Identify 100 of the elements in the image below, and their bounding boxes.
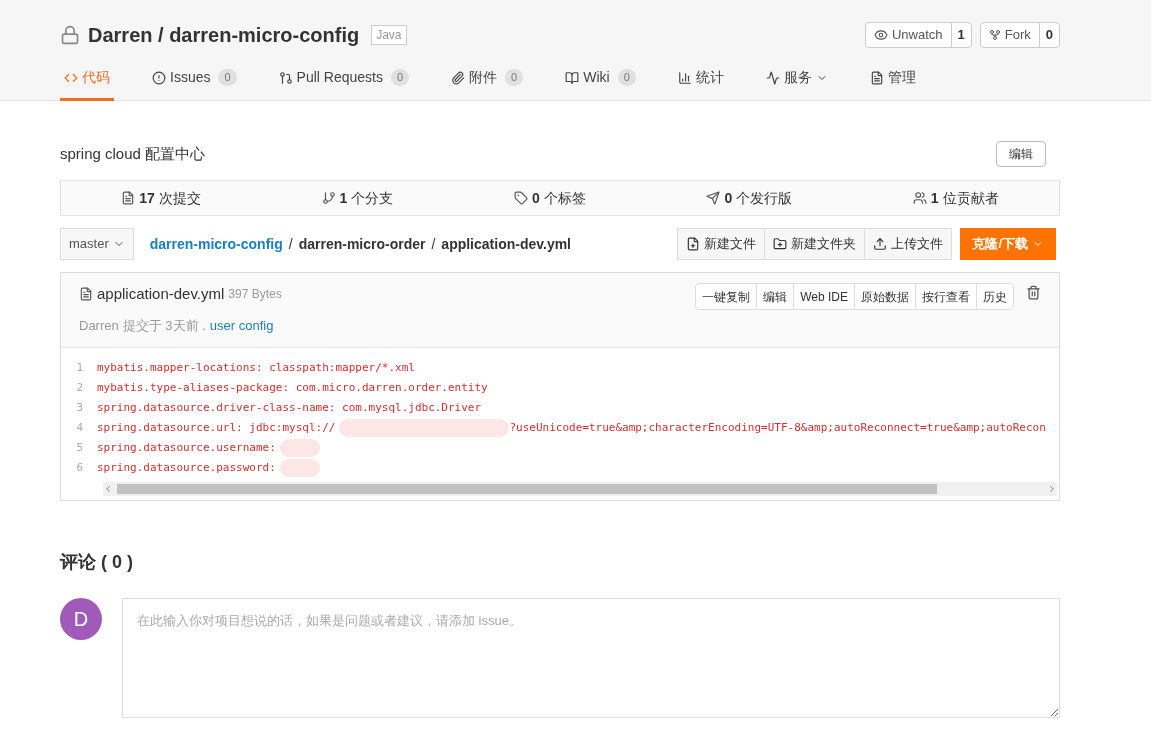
- nav-tab[interactable]: 服务: [761, 65, 832, 101]
- nav-tab[interactable]: 统计: [673, 65, 728, 101]
- file-tool-button[interactable]: Web IDE: [793, 284, 854, 309]
- people-icon: [912, 191, 927, 205]
- stat-label: 次提交: [158, 188, 201, 208]
- code-text: mybatis.type-aliases-package: com.micro.darren.order.entity: [97, 380, 488, 396]
- bar-chart-icon: [677, 70, 692, 85]
- file-action-button[interactable]: 新建文件夹: [764, 229, 865, 259]
- edit-button[interactable]: 编辑: [996, 141, 1046, 167]
- paperclip-icon: [451, 70, 466, 85]
- nav-tab[interactable]: Wiki 0: [561, 65, 640, 101]
- file-plus-icon: [686, 237, 701, 251]
- horizontal-scrollbar[interactable]: [103, 482, 1057, 496]
- line-number: 1: [75, 360, 84, 376]
- unwatch-button[interactable]: Unwatch 1: [864, 22, 972, 48]
- path-separator: /: [288, 234, 293, 254]
- tab-label: 代码: [82, 68, 110, 87]
- button-label: 新建文件夹: [791, 235, 857, 254]
- comment-input[interactable]: 在此输入你对项目想说的话，如果是问题或者建议，请添加 issue。: [122, 598, 1060, 718]
- stat-count: 0: [724, 188, 733, 208]
- stat-label: 个标签: [543, 188, 586, 208]
- tab-label: 统计: [695, 68, 724, 87]
- nav-tab[interactable]: 管理: [865, 65, 920, 101]
- upload-icon: [873, 237, 888, 251]
- action-label: Unwatch: [891, 26, 943, 45]
- stat-count: 1: [930, 188, 939, 208]
- trash-icon[interactable]: [1026, 285, 1041, 300]
- lock-icon: [60, 25, 80, 45]
- line-number: 5: [75, 440, 84, 456]
- file-tool-button[interactable]: 历史: [976, 284, 1013, 309]
- nav-tab[interactable]: 附件 0: [447, 65, 528, 101]
- fork-button[interactable]: Fork 0: [979, 22, 1060, 48]
- document-icon: [121, 191, 136, 205]
- stat-label: 个发行版: [736, 188, 793, 208]
- book-icon: [565, 70, 580, 85]
- file-tool-button[interactable]: 按行查看: [915, 284, 976, 309]
- code-text: spring.datasource.password:: [97, 460, 276, 476]
- commit-time: 提交于 3天前 .: [122, 316, 206, 335]
- repo-title: Darren / darren-micro-config: [88, 23, 360, 48]
- line-number: 4: [75, 420, 84, 436]
- folder-plus-icon: [773, 237, 788, 251]
- tab-label: Wiki: [583, 68, 610, 87]
- commit-message-link[interactable]: user config: [209, 315, 274, 335]
- line-number: 6: [75, 460, 84, 476]
- breadcrumb-link[interactable]: darren-micro-order: [298, 233, 426, 255]
- code-text: mybatis.mapper-locations: classpath:mapper/*.xml: [97, 360, 415, 376]
- stat-link[interactable]: 0 个发行版: [706, 187, 793, 209]
- tab-count: 0: [391, 69, 410, 86]
- breadcrumb-link[interactable]: application-dev.yml: [441, 233, 571, 255]
- scroll-right-icon[interactable]: [1047, 484, 1057, 494]
- branch-icon: [321, 191, 336, 205]
- code-text: ?useUnicode=true&amp;characterEncoding=UTF-8&amp;autoReconnect=true&amp;autoRecon: [509, 420, 1046, 436]
- file-name: application-dev.yml: [97, 284, 225, 304]
- code-text: spring.datasource.username:: [97, 440, 276, 456]
- file-tool-button[interactable]: 原始数据: [854, 284, 915, 309]
- path-separator: /: [431, 234, 436, 254]
- tab-count: 0: [218, 69, 237, 86]
- repo-description: spring cloud 配置中心: [60, 143, 206, 164]
- line-number: 2: [75, 380, 84, 396]
- line-number: 3: [75, 400, 84, 416]
- stat-link[interactable]: 17 次提交: [121, 187, 201, 209]
- branch-select[interactable]: master: [60, 228, 134, 260]
- nav-tab[interactable]: Issues 0: [148, 65, 241, 101]
- breadcrumb-link[interactable]: darren-micro-config: [149, 233, 283, 255]
- tag-icon: [513, 191, 528, 205]
- tab-count: 0: [617, 69, 636, 86]
- pull-request-icon: [278, 70, 293, 85]
- document-icon: [869, 70, 884, 85]
- commit-author: Darren: [79, 316, 119, 335]
- file-tool-button[interactable]: 一键复制: [696, 284, 757, 309]
- comments-heading: 评论 ( 0 ): [60, 551, 134, 574]
- alert-circle-icon: [152, 70, 166, 85]
- tab-label: Issues: [170, 68, 211, 87]
- tab-count: 0: [505, 69, 524, 86]
- document-icon: [79, 287, 93, 302]
- pulse-icon: [765, 70, 780, 85]
- tab-label: 管理: [887, 68, 916, 87]
- action-count: 1: [956, 26, 966, 45]
- send-icon: [706, 191, 721, 205]
- file-action-button[interactable]: 新建文件: [678, 229, 765, 259]
- stat-label: 个分支: [351, 188, 394, 208]
- file-size: 397 Bytes: [228, 286, 282, 304]
- user-avatar: D: [60, 598, 102, 640]
- tab-label: Pull Requests: [296, 68, 383, 87]
- language-label: Java: [371, 25, 407, 45]
- stat-link[interactable]: 1 个分支: [321, 187, 394, 209]
- action-label: Fork: [1004, 26, 1031, 45]
- stat-link[interactable]: 0 个标签: [513, 187, 586, 209]
- stat-label: 位贡献者: [942, 188, 999, 208]
- stat-link[interactable]: 1 位贡献者: [912, 187, 999, 209]
- scroll-left-icon[interactable]: [103, 484, 113, 494]
- code-text: spring.datasource.driver-class-name: com.mysql.jdbc.Driver: [97, 400, 482, 416]
- stat-count: 0: [531, 188, 540, 208]
- file-action-button[interactable]: 上传文件: [864, 229, 952, 259]
- tab-label: 服务: [783, 68, 812, 87]
- fork-icon: [988, 29, 1001, 41]
- file-tool-button[interactable]: 编辑: [756, 284, 794, 309]
- button-label: 上传文件: [891, 235, 944, 254]
- nav-tab[interactable]: Pull Requests 0: [274, 65, 414, 101]
- stat-count: 1: [339, 188, 348, 208]
